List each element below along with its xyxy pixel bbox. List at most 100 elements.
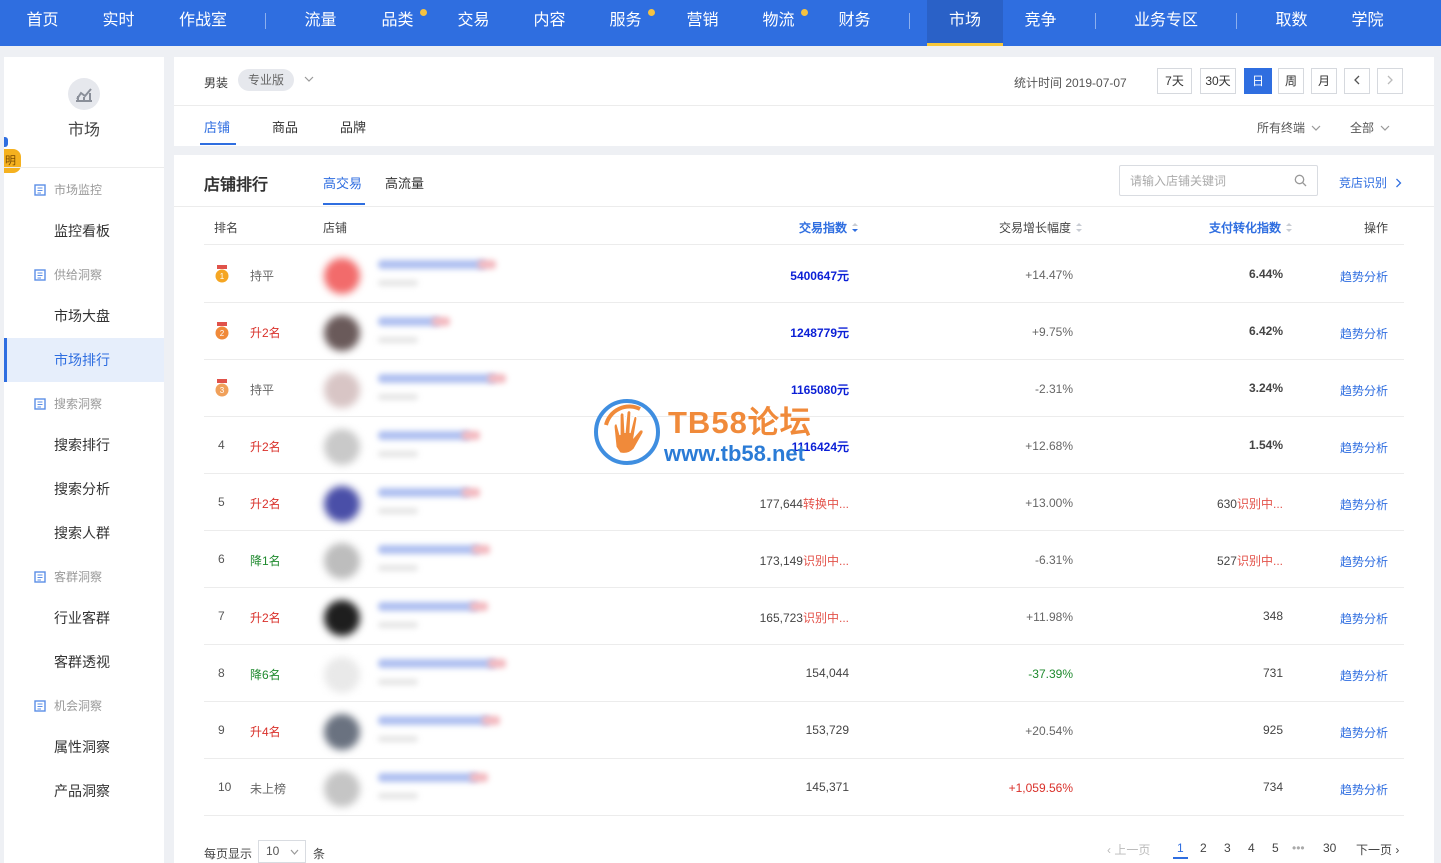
nav-service[interactable]: 服务 xyxy=(603,0,648,46)
tab-shop[interactable]: 店铺 xyxy=(204,117,230,136)
col-trade-index[interactable]: 交易指数 xyxy=(799,219,859,236)
shop-cell[interactable] xyxy=(320,653,530,695)
group-icon xyxy=(34,397,46,410)
nav-marketing[interactable]: 营销 xyxy=(680,0,725,46)
table-row: 9 升4名 153,729 +20.54% 925 趋势分析 xyxy=(204,702,1404,759)
shop-sub-blurred xyxy=(378,337,418,343)
nav-trade[interactable]: 交易 xyxy=(451,0,496,46)
market-icon xyxy=(68,78,100,110)
trend-analysis-link[interactable]: 趋势分析 xyxy=(1340,496,1388,513)
tab-high-traffic[interactable]: 高流量 xyxy=(385,173,424,192)
prev-period-button[interactable] xyxy=(1344,68,1370,94)
period-month[interactable]: 月 xyxy=(1311,68,1337,94)
shop-cell[interactable] xyxy=(320,254,530,296)
page-2[interactable]: 2 xyxy=(1200,841,1207,855)
nav-business-zone[interactable]: 业务专区 xyxy=(1128,0,1204,46)
tab-brand[interactable]: 品牌 xyxy=(340,117,366,136)
sidebar-item-attribute-insight[interactable]: 属性洞察 xyxy=(4,725,164,769)
nav-academy[interactable]: 学院 xyxy=(1345,0,1390,46)
sidebar-item-crowd-insight[interactable]: 客群透视 xyxy=(4,640,164,684)
per-page-unit: 条 xyxy=(313,847,326,861)
next-page-button[interactable]: 下一页 › xyxy=(1356,841,1399,858)
shop-cell[interactable] xyxy=(320,539,530,581)
shop-cell[interactable] xyxy=(320,311,530,353)
trend-analysis-link[interactable]: 趋势分析 xyxy=(1340,268,1388,285)
nav-war-room[interactable]: 作战室 xyxy=(173,0,233,46)
period-7day[interactable]: 7天 xyxy=(1157,68,1192,94)
chevron-down-icon[interactable] xyxy=(304,75,314,83)
rank-number: 9 xyxy=(218,723,225,737)
period-day[interactable]: 日 xyxy=(1244,68,1272,94)
shop-cell[interactable] xyxy=(320,710,530,752)
shop-cell[interactable] xyxy=(320,482,530,524)
shop-tag-blurred xyxy=(462,488,480,497)
page-5[interactable]: 5 xyxy=(1272,841,1279,855)
nav-traffic[interactable]: 流量 xyxy=(298,0,343,46)
page-30[interactable]: 30 xyxy=(1323,841,1336,855)
col-trade-growth[interactable]: 交易增长幅度 xyxy=(999,219,1083,236)
nav-category[interactable]: 品类 xyxy=(375,0,420,46)
nav-separator xyxy=(265,13,266,29)
page-1[interactable]: 1 xyxy=(1173,841,1188,859)
sidebar-item-search-analysis[interactable]: 搜索分析 xyxy=(4,467,164,511)
rank-change: 未上榜 xyxy=(250,782,287,796)
shop-tag-blurred xyxy=(488,659,506,668)
sidebar-item-search-ranking[interactable]: 搜索排行 xyxy=(4,423,164,467)
nav-logistics[interactable]: 物流 xyxy=(756,0,801,46)
next-period-button[interactable] xyxy=(1377,68,1403,94)
sort-icon xyxy=(1076,223,1083,232)
prev-page-button[interactable]: ‹ 上一页 xyxy=(1107,841,1150,858)
page-3[interactable]: 3 xyxy=(1224,841,1231,855)
sidebar-item-industry-crowd[interactable]: 行业客群 xyxy=(4,596,164,640)
per-page-select[interactable]: 10 xyxy=(258,840,306,863)
trend-analysis-link[interactable]: 趋势分析 xyxy=(1340,667,1388,684)
col-rank: 排名 xyxy=(214,221,239,235)
sidebar-item-market-overview[interactable]: 市场大盘 xyxy=(4,294,164,338)
pay-conversion-cell: 3.24% xyxy=(1248,381,1283,395)
shop-cell[interactable] xyxy=(320,368,530,410)
page-4[interactable]: 4 xyxy=(1248,841,1255,855)
sidebar-item-search-crowd[interactable]: 搜索人群 xyxy=(4,511,164,555)
rank-change: 升4名 xyxy=(250,725,281,739)
trend-analysis-link[interactable]: 趋势分析 xyxy=(1340,610,1388,627)
tab-high-trade[interactable]: 高交易 xyxy=(323,173,362,192)
trend-analysis-link[interactable]: 趋势分析 xyxy=(1340,724,1388,741)
divider xyxy=(174,206,1434,207)
trend-analysis-link[interactable]: 趋势分析 xyxy=(1340,781,1388,798)
shop-cell[interactable] xyxy=(320,767,530,809)
header-divider xyxy=(204,244,1404,245)
trend-analysis-link[interactable]: 趋势分析 xyxy=(1340,439,1388,456)
col-shop: 店铺 xyxy=(323,221,348,235)
search-icon[interactable] xyxy=(1294,174,1307,187)
shop-tag-blurred xyxy=(482,716,500,725)
shop-search-input[interactable] xyxy=(1120,166,1290,195)
nav-home[interactable]: 首页 xyxy=(20,0,65,46)
shop-name-blurred xyxy=(378,374,496,383)
shop-tag-blurred xyxy=(470,773,488,782)
nav-realtime[interactable]: 实时 xyxy=(96,0,141,46)
terminal-dropdown[interactable]: 所有终端 xyxy=(1257,119,1321,136)
rival-shop-link[interactable]: 竞店识别 xyxy=(1339,174,1402,191)
nav-finance[interactable]: 财务 xyxy=(832,0,877,46)
edge-tab[interactable]: 明 xyxy=(4,149,21,173)
nav-competition[interactable]: 竞争 xyxy=(1018,0,1063,46)
sidebar-item-market-ranking[interactable]: 市场排行 xyxy=(4,338,164,382)
edition-badge[interactable]: 专业版 xyxy=(238,69,295,91)
trend-analysis-link[interactable]: 趋势分析 xyxy=(1340,382,1388,399)
period-30day[interactable]: 30天 xyxy=(1200,68,1236,94)
nav-market[interactable]: 市场 xyxy=(927,0,1003,46)
group-icon xyxy=(34,183,46,196)
shop-name-blurred xyxy=(378,488,470,497)
shop-cell[interactable] xyxy=(320,425,530,467)
sidebar-item-product-insight[interactable]: 产品洞察 xyxy=(4,769,164,813)
nav-data-fetch[interactable]: 取数 xyxy=(1269,0,1314,46)
trend-analysis-link[interactable]: 趋势分析 xyxy=(1340,553,1388,570)
tab-product[interactable]: 商品 xyxy=(272,117,298,136)
col-pay-conversion[interactable]: 支付转化指数 xyxy=(1209,219,1293,236)
nav-content[interactable]: 内容 xyxy=(527,0,572,46)
period-week[interactable]: 周 xyxy=(1278,68,1304,94)
scope-dropdown[interactable]: 全部 xyxy=(1350,119,1390,136)
trend-analysis-link[interactable]: 趋势分析 xyxy=(1340,325,1388,342)
shop-cell[interactable] xyxy=(320,596,530,638)
sidebar-item-monitor-board[interactable]: 监控看板 xyxy=(4,209,164,253)
